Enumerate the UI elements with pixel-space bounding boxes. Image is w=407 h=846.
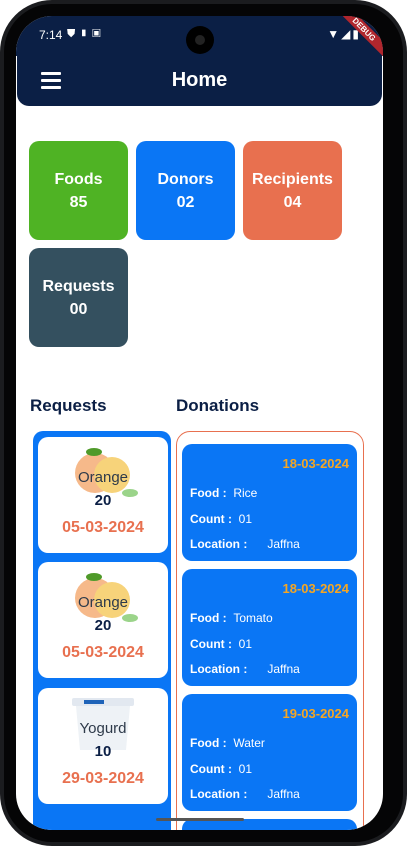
donation-food: Water (233, 736, 265, 750)
page-title: Home (171, 69, 228, 91)
donation-count: 01 (238, 637, 253, 651)
stat-value: 02 (176, 194, 195, 211)
request-item-date: 05-03-2024 (62, 644, 144, 661)
donation-item[interactable]: 18-03-2024 Food : Rice Count : 01 Locati… (182, 444, 357, 561)
requests-list[interactable]: Orange 20 05-03-2024 Orange 20 05-03-202… (33, 431, 171, 830)
front-camera (186, 26, 214, 54)
request-item-name: Orange (77, 469, 129, 486)
donations-section-title: Donations (176, 396, 260, 415)
request-item[interactable]: Orange 20 05-03-2024 (38, 562, 168, 678)
donation-date: 18-03-2024 (282, 456, 350, 471)
donation-date: 19-03-2024 (282, 706, 350, 721)
donation-food-row: Food : Rice (190, 486, 258, 500)
donation-location-row: Location : Jaffna (190, 537, 300, 551)
request-item[interactable]: Yogurd 10 29-03-2024 (38, 688, 168, 804)
stat-label: Requests (42, 278, 115, 295)
request-item-name: Orange (77, 594, 129, 611)
app-bar: Home (17, 56, 382, 106)
stat-value: 85 (69, 194, 88, 211)
status-time: 7:14 (39, 28, 63, 42)
request-item-name: Yogurd (79, 720, 127, 737)
donation-location: Jaffna (267, 662, 300, 676)
donation-food: Rice (233, 486, 258, 500)
stat-label: Foods (54, 171, 103, 188)
donation-location-row: Location : Jaffna (190, 787, 300, 801)
phone-frame: 7:14 ⛊▮▣ ▼◢▮ DEBUG Home Foods 85 Donors … (0, 0, 407, 846)
notification-icons: ⛊▮▣ (67, 28, 105, 40)
donation-location: Jaffna (267, 537, 300, 551)
stat-card-donors[interactable]: Donors 02 (136, 141, 235, 240)
stat-card-requests[interactable]: Requests 00 (29, 248, 128, 347)
donation-count: 01 (238, 512, 253, 526)
request-item-count: 20 (94, 492, 112, 509)
donation-count: 01 (238, 762, 253, 776)
donation-food: Tomato (233, 611, 273, 625)
donation-count-row: Count : 01 (190, 637, 253, 651)
status-bar: 7:14 ⛊▮▣ ▼◢▮ DEBUG (16, 16, 383, 66)
stat-label: Recipients (252, 171, 333, 188)
stat-card-recipients[interactable]: Recipients 04 (243, 141, 342, 240)
request-item-count: 20 (94, 617, 112, 634)
donation-location: Jaffna (267, 787, 300, 801)
app-screen: 7:14 ⛊▮▣ ▼◢▮ DEBUG Home Foods 85 Donors … (16, 16, 383, 830)
stat-value: 04 (283, 194, 302, 211)
request-item-date: 05-03-2024 (62, 519, 144, 536)
donation-location-row: Location : Jaffna (190, 662, 300, 676)
home-indicator[interactable] (156, 818, 244, 821)
stat-label: Donors (157, 171, 214, 188)
donation-item[interactable]: 18-03-2024 Food : Tomato Count : 01 Loca… (182, 569, 357, 686)
donation-food-row: Food : Tomato (190, 611, 273, 625)
request-item-count: 10 (94, 743, 112, 760)
request-item[interactable]: Orange 20 05-03-2024 (38, 437, 168, 553)
donation-count-row: Count : 01 (190, 762, 253, 776)
stat-value: 00 (69, 301, 88, 318)
donation-food-row: Food : Water (190, 736, 265, 750)
donation-date: 18-03-2024 (282, 581, 350, 596)
donation-count-row: Count : 01 (190, 512, 253, 526)
request-item-date: 29-03-2024 (62, 770, 144, 787)
requests-section-title: Requests (30, 396, 107, 415)
stat-card-foods[interactable]: Foods 85 (29, 141, 128, 240)
donation-item[interactable]: 19-03-2024 Food : Water Count : 01 Locat… (182, 694, 357, 811)
